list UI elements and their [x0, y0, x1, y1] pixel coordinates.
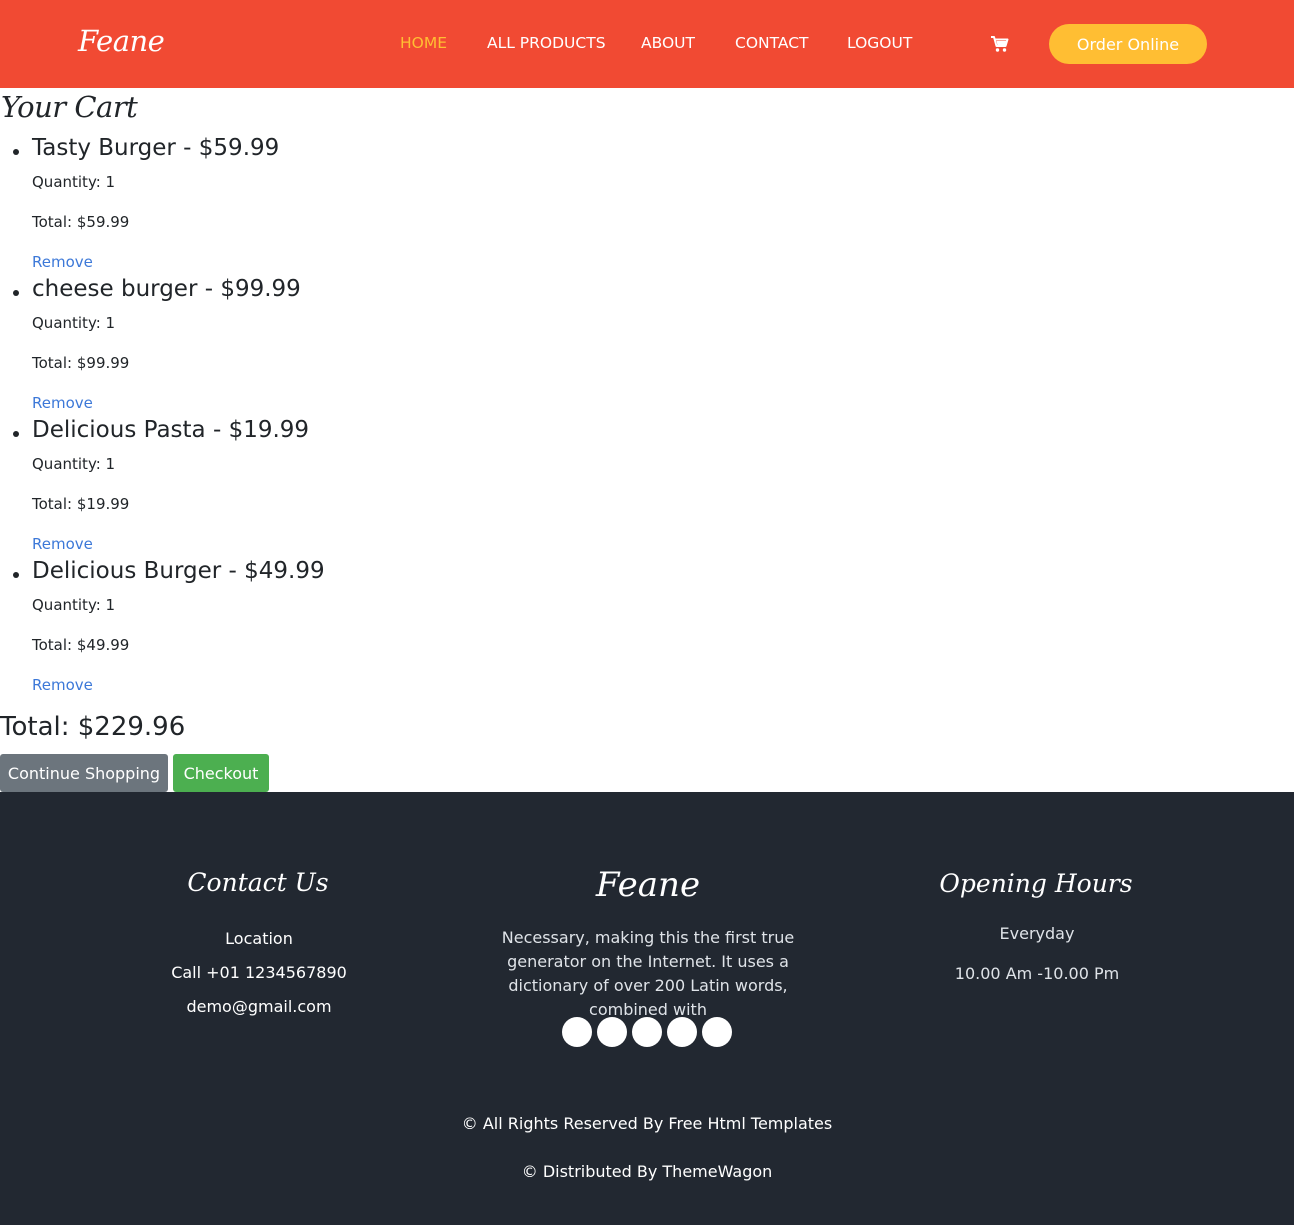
continue-shopping-button[interactable]: Continue Shopping — [0, 754, 168, 792]
remove-link[interactable]: Remove — [32, 253, 93, 271]
nav-all-products[interactable]: ALL PRODUCTS — [487, 34, 606, 52]
list-bullet — [13, 149, 19, 155]
item-name: Delicious Pasta - $19.99 — [32, 417, 310, 443]
contact-heading: Contact Us — [187, 868, 329, 897]
list-bullet — [13, 290, 19, 296]
site-footer: Contact Us Location Call +01 1234567890 … — [0, 792, 1294, 1225]
facebook-icon[interactable] — [562, 1017, 592, 1047]
item-total: Total: $99.99 — [32, 354, 130, 372]
distributed-text: © Distributed By ThemeWagon — [521, 1162, 773, 1181]
social-links — [562, 1017, 742, 1047]
list-bullet — [13, 431, 19, 437]
cart-title: Your Cart — [1, 90, 138, 124]
cart-icon[interactable] — [990, 35, 1010, 53]
item-name: cheese burger - $99.99 — [32, 276, 301, 302]
nav-home[interactable]: HOME — [400, 34, 447, 52]
brand-logo[interactable]: Feane — [78, 24, 165, 58]
remove-link[interactable]: Remove — [32, 676, 93, 694]
item-quantity: Quantity: 1 — [32, 455, 116, 473]
opening-days: Everyday — [999, 924, 1075, 943]
email-link[interactable]: demo@gmail.com — [186, 997, 331, 1016]
item-name: Delicious Burger - $49.99 — [32, 558, 325, 584]
nav-logout[interactable]: LOGOUT — [847, 34, 912, 52]
item-name: Tasty Burger - $59.99 — [32, 135, 280, 161]
twitter-icon[interactable] — [597, 1017, 627, 1047]
opening-time: 10.00 Am -10.00 Pm — [954, 964, 1120, 983]
remove-link[interactable]: Remove — [32, 535, 93, 553]
item-total: Total: $49.99 — [32, 636, 130, 654]
item-quantity: Quantity: 1 — [32, 314, 116, 332]
copyright-text: © All Rights Reserved By Free Html Templ… — [461, 1114, 833, 1133]
site-header: Feane HOME ALL PRODUCTS ABOUT CONTACT LO… — [0, 0, 1294, 88]
nav-about[interactable]: ABOUT — [641, 34, 695, 52]
linkedin-icon[interactable] — [632, 1017, 662, 1047]
pinterest-icon[interactable] — [702, 1017, 732, 1047]
nav-contact[interactable]: CONTACT — [735, 34, 809, 52]
remove-link[interactable]: Remove — [32, 394, 93, 412]
instagram-icon[interactable] — [667, 1017, 697, 1047]
item-total: Total: $19.99 — [32, 495, 130, 513]
list-bullet — [13, 572, 19, 578]
item-quantity: Quantity: 1 — [32, 596, 116, 614]
opening-hours-heading: Opening Hours — [939, 869, 1133, 898]
phone-link[interactable]: Call +01 1234567890 — [171, 963, 347, 982]
item-total: Total: $59.99 — [32, 213, 130, 231]
item-quantity: Quantity: 1 — [32, 173, 116, 191]
footer-description: Necessary, making this the first true ge… — [501, 928, 795, 1019]
checkout-button[interactable]: Checkout — [173, 754, 269, 792]
location-link[interactable]: Location — [225, 929, 293, 948]
order-online-button[interactable]: Order Online — [1049, 24, 1207, 64]
footer-brand: Feane — [595, 865, 701, 905]
cart-grand-total: Total: $229.96 — [0, 712, 186, 742]
